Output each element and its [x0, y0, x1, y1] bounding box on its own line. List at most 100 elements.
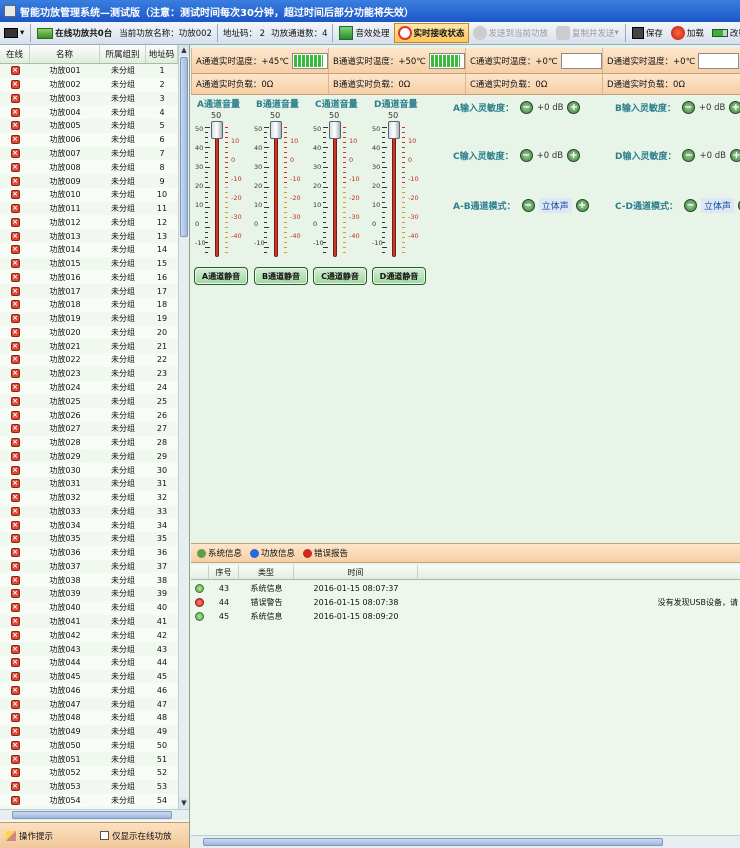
table-row[interactable]: × 功放022 未分组 22	[0, 353, 178, 367]
hscroll-thumb[interactable]	[12, 811, 172, 819]
table-row[interactable]: × 功放020 未分组 20	[0, 325, 178, 340]
table-row[interactable]: × 功放007 未分组 7	[0, 147, 178, 161]
mute-button-a[interactable]: A通道静音	[194, 267, 248, 285]
scroll-thumb[interactable]	[180, 57, 188, 237]
scroll-down-icon[interactable]: ▼	[179, 798, 189, 809]
checkbox-icon[interactable]	[100, 831, 109, 840]
table-row[interactable]: × 功放050 未分组 50	[0, 738, 178, 753]
table-row[interactable]: × 功放040 未分组 40	[0, 600, 178, 615]
amp-list-vscroll[interactable]: ▲ ▼	[178, 45, 189, 809]
mute-button-d[interactable]: D通道静音	[372, 267, 426, 285]
online-count-button[interactable]: 在线功放共0台	[33, 23, 116, 43]
table-row[interactable]: × 功放006 未分组 6	[0, 132, 178, 147]
increase-button[interactable]: +	[729, 149, 740, 162]
table-row[interactable]: × 功放041 未分组 41	[0, 615, 178, 629]
col-name[interactable]: 名称	[30, 45, 100, 63]
decrease-button[interactable]: −	[681, 101, 695, 114]
table-row[interactable]: × 功放002 未分组 2	[0, 77, 178, 92]
volume-track[interactable]	[215, 127, 219, 257]
volume-slider-c[interactable]: C通道音量 50 50 40 30 20 10 0 -10 10 0 -10 -20 -30 -40	[313, 97, 371, 257]
copy-send-button[interactable]: 复制并发送 ▾	[552, 23, 623, 43]
change-password-button[interactable]: 改密	[708, 23, 740, 43]
table-row[interactable]: × 功放037 未分组 37	[0, 560, 178, 574]
table-row[interactable]: × 功放003 未分组 3	[0, 92, 178, 106]
log-row[interactable]: 44 错误警告 2016-01-15 08:07:38 没有发现USB设备，请	[191, 595, 740, 609]
table-row[interactable]: × 功放035 未分组 35	[0, 532, 178, 546]
log-row[interactable]: 43 系统信息 2016-01-15 08:07:37	[191, 581, 740, 595]
col-seq[interactable]: 序号	[209, 565, 239, 579]
volume-track[interactable]	[274, 127, 278, 257]
decrease-button[interactable]: −	[519, 149, 533, 162]
volume-track[interactable]	[392, 127, 396, 257]
table-row[interactable]: × 功放005 未分组 5	[0, 119, 178, 133]
decrease-button[interactable]: −	[519, 101, 533, 114]
table-row[interactable]: × 功放027 未分组 27	[0, 422, 178, 436]
tips-button[interactable]: 操作提示	[0, 830, 100, 842]
load-button[interactable]: 加载	[667, 23, 708, 43]
table-row[interactable]: × 功放010 未分组 10	[0, 187, 178, 202]
monitor-dropdown-button[interactable]: ▾	[0, 23, 28, 43]
realtime-status-button[interactable]: 实时接收状态	[393, 23, 469, 43]
log-hscroll[interactable]	[191, 835, 740, 848]
volume-slider-a[interactable]: A通道音量 50 50 40 30 20 10 0 -10 10 0 -10 -20 -30 -40	[195, 97, 253, 257]
table-row[interactable]: × 功放024 未分组 24	[0, 380, 178, 395]
increase-button[interactable]: +	[567, 101, 581, 114]
log-tab-0[interactable]: 系统信息	[197, 547, 242, 559]
col-type[interactable]: 类型	[239, 565, 294, 579]
col-group[interactable]: 所属组别	[100, 45, 146, 63]
table-row[interactable]: × 功放034 未分组 34	[0, 518, 178, 533]
table-row[interactable]: × 功放042 未分组 42	[0, 628, 178, 643]
table-row[interactable]: × 功放001 未分组 1	[0, 64, 178, 78]
table-row[interactable]: × 功放019 未分组 19	[0, 312, 178, 326]
table-row[interactable]: × 功放030 未分组 30	[0, 463, 178, 477]
table-row[interactable]: × 功放039 未分组 39	[0, 587, 178, 601]
log-tab-1[interactable]: 功放信息	[250, 547, 295, 559]
table-row[interactable]: × 功放012 未分组 12	[0, 215, 178, 230]
table-row[interactable]: × 功放008 未分组 8	[0, 160, 178, 175]
table-row[interactable]: × 功放018 未分组 18	[0, 298, 178, 312]
mute-button-c[interactable]: C通道静音	[313, 267, 367, 285]
table-row[interactable]: × 功放048 未分组 48	[0, 710, 178, 725]
table-row[interactable]: × 功放023 未分组 23	[0, 367, 178, 381]
volume-slider-d[interactable]: D通道音量 50 50 40 30 20 10 0 -10 10 0 -10 -20 -30 -40	[372, 97, 430, 257]
next-mode-button[interactable]: +	[575, 199, 589, 212]
table-row[interactable]: × 功放032 未分组 32	[0, 490, 178, 505]
table-row[interactable]: × 功放044 未分组 44	[0, 655, 178, 670]
table-row[interactable]: × 功放014 未分组 14	[0, 242, 178, 257]
log-tab-2[interactable]: 错误报告	[303, 547, 348, 559]
table-row[interactable]: × 功放054 未分组 54	[0, 793, 178, 808]
table-row[interactable]: × 功放016 未分组 16	[0, 270, 178, 285]
table-row[interactable]: × 功放038 未分组 38	[0, 573, 178, 588]
table-row[interactable]: × 功放017 未分组 17	[0, 284, 178, 298]
volume-track[interactable]	[333, 127, 337, 257]
increase-button[interactable]: +	[567, 149, 581, 162]
volume-knob[interactable]	[329, 121, 341, 139]
table-row[interactable]: × 功放053 未分组 53	[0, 780, 178, 794]
volume-knob[interactable]	[211, 121, 223, 139]
log-hscroll-thumb[interactable]	[203, 838, 663, 846]
scroll-up-icon[interactable]: ▲	[179, 45, 189, 56]
table-row[interactable]: × 功放004 未分组 4	[0, 105, 178, 120]
table-row[interactable]: × 功放009 未分组 9	[0, 174, 178, 188]
save-button[interactable]: 保存	[628, 23, 667, 43]
table-row[interactable]: × 功放047 未分组 47	[0, 697, 178, 711]
table-row[interactable]: × 功放028 未分组 28	[0, 435, 178, 450]
table-row[interactable]: × 功放015 未分组 15	[0, 257, 178, 271]
table-row[interactable]: × 功放029 未分组 29	[0, 449, 178, 463]
amp-list-hscroll[interactable]	[0, 809, 189, 820]
table-row[interactable]: × 功放026 未分组 26	[0, 408, 178, 422]
table-row[interactable]: × 功放045 未分组 45	[0, 670, 178, 684]
table-row[interactable]: × 功放025 未分组 25	[0, 394, 178, 408]
col-msg[interactable]	[418, 565, 740, 579]
decrease-button[interactable]: −	[682, 149, 696, 162]
table-row[interactable]: × 功放049 未分组 49	[0, 725, 178, 739]
table-row[interactable]: × 功放052 未分组 52	[0, 766, 178, 780]
table-row[interactable]: × 功放031 未分组 31	[0, 477, 178, 491]
volume-slider-b[interactable]: B通道音量 50 50 40 30 20 10 0 -10 10 0 -10 -20 -30 -40	[254, 97, 312, 257]
send-current-button[interactable]: 发送到当前功放	[469, 23, 553, 43]
volume-knob[interactable]	[270, 121, 282, 139]
volume-knob[interactable]	[388, 121, 400, 139]
log-row[interactable]: 45 系统信息 2016-01-15 08:09:20	[191, 609, 740, 623]
col-time[interactable]: 时间	[294, 565, 418, 579]
col-addr[interactable]: 地址码	[146, 45, 178, 63]
